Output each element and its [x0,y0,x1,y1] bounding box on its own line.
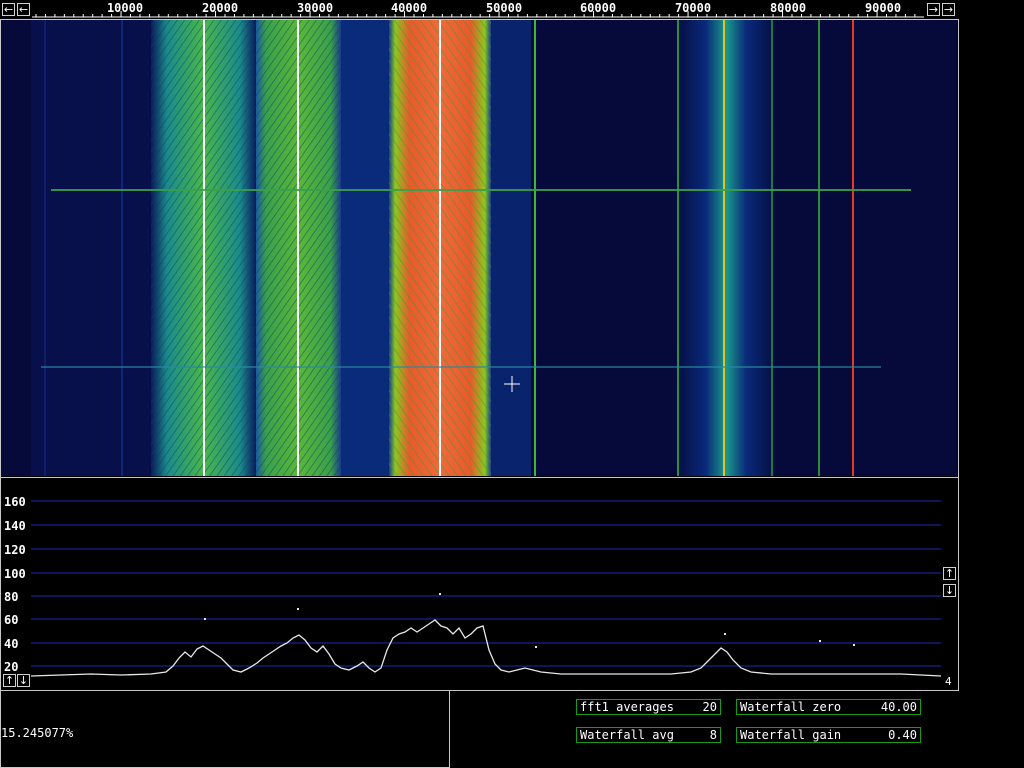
db-tick-label: 40 [4,637,19,651]
waterfall-display[interactable] [1,20,957,476]
right-arrow-icon: → [943,3,954,16]
left-arrow-icon: ← [18,3,29,16]
db-tick-label: 60 [4,613,19,627]
spectrum-right-marker: 4 [945,675,952,688]
waterfall-zero-field[interactable]: Waterfall zero 40.00 [736,699,921,715]
waterfall-avg-label: Waterfall avg [580,728,674,742]
db-tick-label: 160 [4,495,26,509]
waterfall-zero-value: 40.00 [880,700,917,714]
spectrum-scroll-down-left-button[interactable]: ↓ [17,674,30,687]
scroll-left-button-1[interactable]: ← [2,3,15,16]
fft1-averages-label: fft1 averages [580,700,674,714]
freq-tick-label: 70000 [674,1,712,15]
freq-tick-label: 80000 [769,1,807,15]
spectrum-scroll-up-left-button[interactable]: ↑ [3,674,16,687]
spectrum-gain-down-button[interactable]: ↓ [943,584,956,597]
freq-tick-label: 40000 [390,1,428,15]
freq-tick-label: 10000 [106,1,144,15]
right-arrow-icon: → [928,3,939,16]
down-arrow-icon: ↓ [18,674,29,687]
freq-tick-label: 30000 [296,1,334,15]
left-arrow-icon: ← [3,3,14,16]
freq-tick-label: 50000 [485,1,523,15]
db-tick-label: 140 [4,519,26,533]
scroll-right-button-1[interactable]: → [927,3,940,16]
up-arrow-icon: ↑ [944,567,955,580]
waterfall-avg-field[interactable]: Waterfall avg 8 [576,727,721,743]
spectrum-gain-up-button[interactable]: ↑ [943,567,956,580]
db-tick-label: 120 [4,543,26,557]
db-tick-label: 20 [4,660,19,674]
status-readout: 15.245077% [1,726,74,740]
frequency-scale-bar: ← ← 10000 20000 30000 40000 50000 60000 … [0,0,958,20]
freq-tick-label: 90000 [864,1,902,15]
scroll-left-button-2[interactable]: ← [17,3,30,16]
waterfall-gain-label: Waterfall gain [740,728,842,742]
freq-tick-label: 20000 [201,1,239,15]
db-tick-label: 100 [4,567,26,581]
waterfall-gain-value: 0.40 [888,728,917,742]
fft1-averages-field[interactable]: fft1 averages 20 [576,699,721,715]
waterfall-gain-field[interactable]: Waterfall gain 0.40 [736,727,921,743]
up-arrow-icon: ↑ [4,674,15,687]
waterfall-zero-label: Waterfall zero [740,700,842,714]
waterfall-avg-value: 8 [709,728,717,742]
freq-tick-label: 60000 [579,1,617,15]
fft1-averages-value: 20 [702,700,717,714]
down-arrow-icon: ↓ [944,584,955,597]
scroll-right-button-2[interactable]: → [942,3,955,16]
spectrum-display[interactable] [1,478,957,690]
db-tick-label: 80 [4,590,19,604]
